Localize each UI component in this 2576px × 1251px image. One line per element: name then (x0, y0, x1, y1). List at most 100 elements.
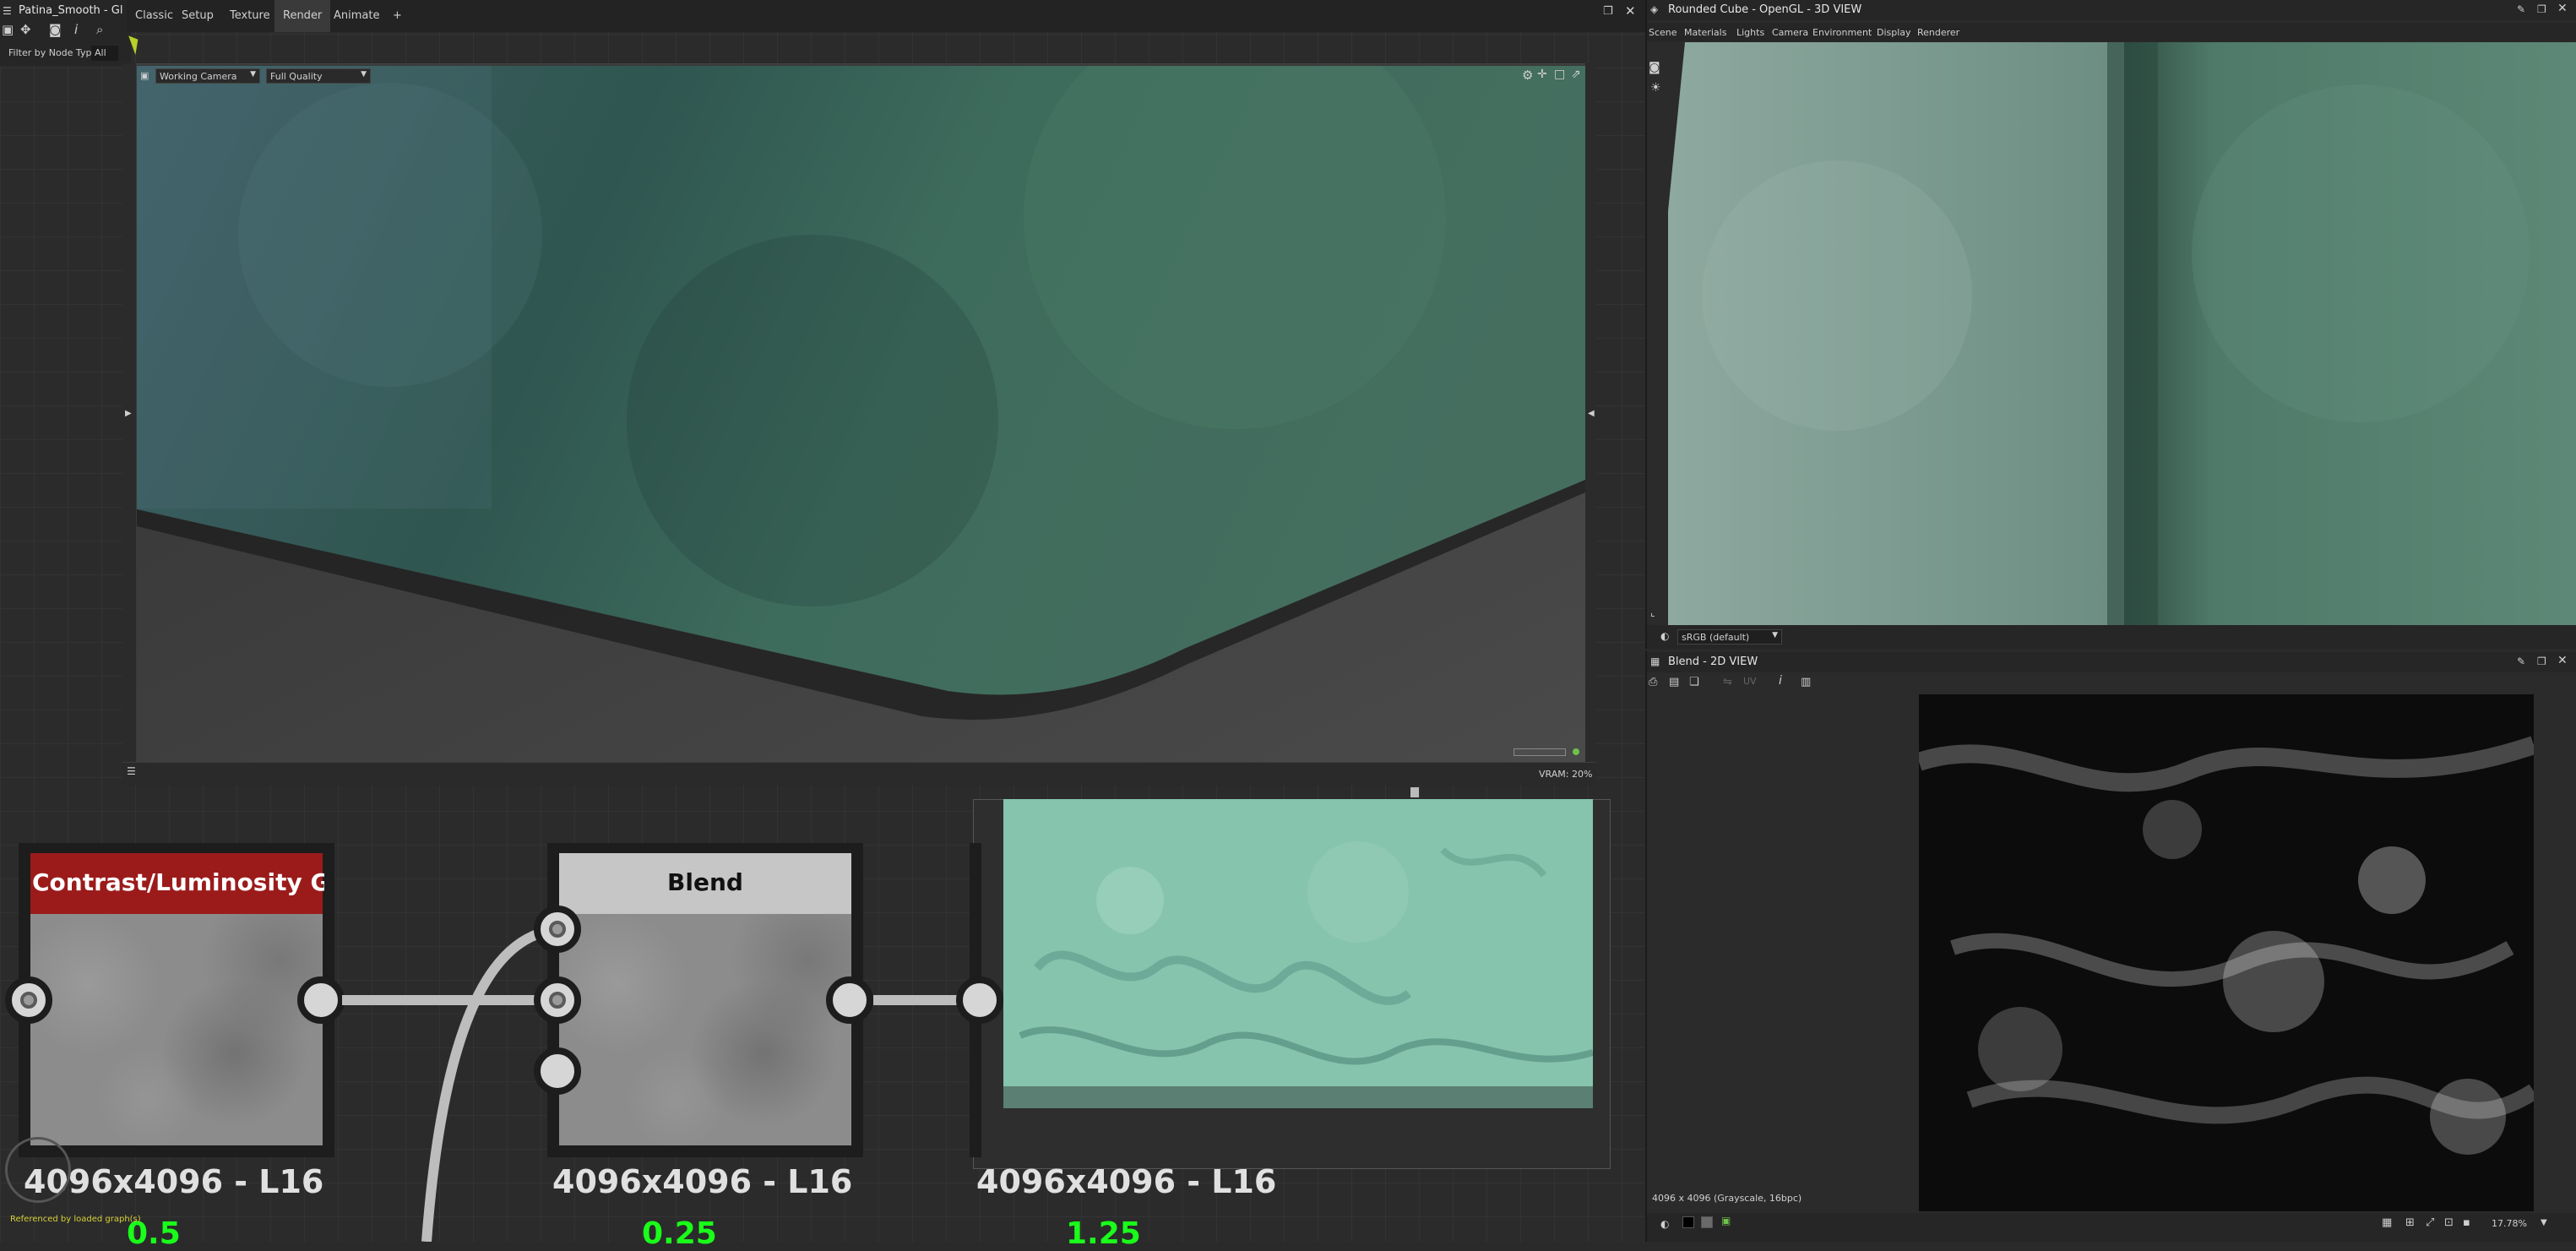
colorspace-icon: ◐ (1660, 630, 1670, 642)
viewport-camera-icon[interactable]: ▣ (140, 70, 149, 81)
menu-texture[interactable]: Texture (221, 0, 279, 32)
fit-icon[interactable]: ⤢ (2426, 1216, 2434, 1229)
node-blend-output-port[interactable] (826, 976, 873, 1024)
viewport-side-left (122, 63, 136, 786)
viewport-status-bar (122, 762, 1596, 786)
view3d-icon: ◈ (1650, 3, 1659, 15)
vram-label: VRAM: 20% (1539, 769, 1593, 780)
chevron-down-icon: ▼ (1772, 631, 1778, 639)
colorspace-select-label: sRGB (default) (1682, 632, 1750, 643)
maximize-icon[interactable]: □ (1554, 68, 1565, 81)
view3d-menu-lights[interactable]: Lights (1736, 27, 1764, 38)
axis-icon: ⌞ (1650, 606, 1655, 618)
info-icon[interactable]: i (74, 22, 78, 37)
referenced-label: Referenced by loaded graph(s) (10, 1215, 141, 1224)
graph-title: Patina_Smooth - Gl (19, 4, 123, 17)
tile-icon[interactable]: ⊞ (2405, 1216, 2415, 1229)
view3d-title: Rounded Cube - OpenGL - 3D VIEW (1668, 3, 1862, 16)
view3d-menu-display[interactable]: Display (1877, 27, 1911, 38)
node-blend-input-port-3[interactable] (534, 1047, 581, 1095)
export-icon[interactable]: ⎙ (1649, 676, 1657, 688)
view3d-light-icon[interactable]: ☀ (1650, 81, 1661, 95)
window-close-icon[interactable]: ✕ (1625, 3, 1636, 19)
splitter-handle[interactable] (1410, 787, 1419, 797)
bg-image-icon[interactable]: ▣ (1721, 1215, 1731, 1227)
view2d-header (1647, 652, 2576, 672)
quality-select-label: Full Quality (270, 71, 323, 82)
zoom-dropdown-icon[interactable]: ▼ (2541, 1218, 2547, 1227)
graph-menu-icon[interactable]: ☰ (3, 5, 12, 17)
viewport-list-icon[interactable]: ☰ (127, 765, 136, 777)
node-3-input-port[interactable] (956, 976, 1003, 1024)
viewport-side-right (1585, 63, 1596, 786)
menu-render[interactable]: Render (274, 0, 331, 32)
bg-black-swatch[interactable] (1682, 1216, 1694, 1228)
filter-select[interactable]: All (91, 46, 118, 61)
chevron-down-icon: ▼ (361, 70, 367, 79)
quality-select[interactable]: Full Quality ▼ (266, 68, 371, 84)
window-restore-icon[interactable]: ❐ (1603, 5, 1613, 18)
node-blend-input-port-1[interactable] (534, 906, 581, 953)
rendered-scene (137, 66, 1585, 762)
node-blend-value: 0.25 (642, 1216, 717, 1251)
view2d-toolbar (1647, 672, 2576, 693)
view2d-bottom-bar (1647, 1213, 2576, 1242)
substance-logo (5, 1137, 71, 1203)
port-dot (549, 992, 566, 1009)
view3d-menu-scene[interactable]: Scene (1649, 27, 1677, 38)
save-icon[interactable]: ▤ (1669, 676, 1679, 688)
uv-icon[interactable]: UV (1743, 676, 1757, 687)
bg-gray-swatch[interactable] (1701, 1216, 1713, 1228)
close-icon[interactable]: ✕ (2557, 2, 2568, 15)
view3d-menu-materials[interactable]: Materials (1684, 27, 1726, 38)
popout-icon[interactable]: ⇗ (1571, 68, 1581, 81)
menu-animate[interactable]: Animate (325, 0, 388, 32)
collapse-left-icon[interactable]: ▶ (125, 409, 132, 418)
zoom-fit-icon[interactable]: ⊡ (2444, 1216, 2454, 1229)
histogram-icon[interactable]: ▥ (1801, 676, 1811, 688)
zoom-label: 17.78% (2492, 1218, 2527, 1229)
copy-icon[interactable]: ❏ (1689, 676, 1699, 688)
move-icon[interactable]: ✥ (20, 22, 31, 37)
pin-icon[interactable]: ✎ (2517, 3, 2525, 15)
filter-label: Filter by Node Type (8, 47, 98, 58)
pan-icon[interactable]: ✛ (1537, 68, 1547, 81)
settings-gear-icon[interactable]: ⚙ (1522, 68, 1533, 83)
search-icon[interactable]: ⌕ (96, 22, 103, 37)
view2d-title: Blend - 2D VIEW (1668, 655, 1758, 668)
pixel-icon[interactable]: ▪ (2463, 1216, 2470, 1229)
view3d-render[interactable] (1668, 42, 2576, 625)
render-status-dot (1573, 748, 1579, 755)
view2d-info-text: 4096 x 4096 (Grayscale, 16bpc) (1652, 1193, 1802, 1204)
node-blend-title: Blend (667, 868, 743, 896)
view2d-close-icon[interactable]: ✕ (2557, 654, 2568, 667)
view2d-pin-icon[interactable]: ✎ (2517, 655, 2525, 667)
view2d-info-icon[interactable]: i (1779, 674, 1782, 688)
camera-select-label: Working Camera (160, 71, 237, 82)
grid-toggle-icon[interactable]: ▦ (2382, 1216, 2392, 1229)
node-blend-resolution: 4096x4096 - L16 (552, 1163, 853, 1200)
view3d-bottom-bar (1647, 625, 2576, 649)
view2d-icon: ▦ (1650, 655, 1660, 667)
chevron-down-icon: ▼ (250, 70, 256, 79)
colorspace-select[interactable]: sRGB (default) ▼ (1677, 629, 1782, 645)
view3d-camera-icon[interactable]: ◙ (1649, 61, 1660, 74)
view3d-menu-camera[interactable]: Camera (1772, 27, 1808, 38)
frame-icon[interactable]: ▣ (2, 22, 14, 37)
restore-icon[interactable]: ❐ (2537, 3, 2546, 15)
view3d-menu-renderer[interactable]: Renderer (1917, 27, 1959, 38)
view2d-texture[interactable] (1919, 694, 2534, 1211)
camera-select[interactable]: Working Camera ▼ (155, 68, 260, 84)
view2d-restore-icon[interactable]: ❐ (2537, 655, 2546, 667)
channels-icon[interactable]: ◐ (1660, 1218, 1669, 1230)
camera-icon[interactable]: ◙ (49, 22, 62, 37)
collapse-right-icon[interactable]: ◀ (1588, 409, 1595, 418)
menu-add-tab[interactable]: + (384, 0, 410, 32)
node-3-value: 1.25 (1066, 1216, 1141, 1251)
compare-icon[interactable]: ⇋ (1723, 676, 1732, 688)
node-blend-input-port-2[interactable] (534, 976, 581, 1024)
view3d-menu-environment[interactable]: Environment (1812, 27, 1872, 38)
menu-setup[interactable]: Setup (173, 0, 222, 32)
port-dot (549, 921, 566, 938)
material-preview-image (1003, 799, 1593, 1108)
